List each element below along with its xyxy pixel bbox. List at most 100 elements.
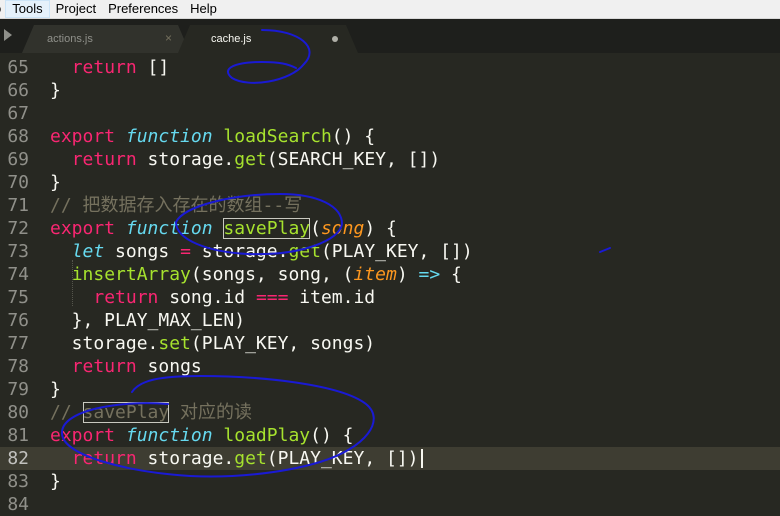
unsaved-dot-icon[interactable] <box>332 36 338 42</box>
code-token: ) { <box>364 218 397 239</box>
code-token: = <box>180 241 191 262</box>
code-token: } <box>50 471 61 492</box>
code-token: => <box>418 264 441 285</box>
code-token: (songs, song, ( <box>190 264 354 285</box>
line-number: 65 <box>7 57 29 78</box>
code-token: } <box>50 172 61 193</box>
tab-actions-js[interactable]: actions.js × <box>22 25 190 53</box>
line-number: 69 <box>7 149 29 170</box>
text-cursor <box>421 449 423 468</box>
code-token: [] <box>136 57 170 78</box>
code-text: } <box>50 79 61 102</box>
menu-item-preferences[interactable]: Preferences <box>102 0 184 18</box>
menu-bar: o Tools Project Preferences Help <box>0 0 780 19</box>
menu-item-tools[interactable]: Tools <box>5 0 50 18</box>
code-text: let songs = storage.get(PLAY_KEY, []) <box>50 240 473 263</box>
code-token: () { <box>310 425 354 446</box>
code-token: return <box>93 287 159 308</box>
code-token: } <box>50 80 61 101</box>
code-token: function <box>125 126 213 147</box>
code-token: storage. <box>136 149 235 170</box>
code-line[interactable]: 66} <box>0 79 780 102</box>
menu-item-project[interactable]: Project <box>50 0 102 18</box>
sidebar-toggle-icon[interactable] <box>4 29 12 41</box>
code-line[interactable]: 79} <box>0 378 780 401</box>
tab-label: actions.js <box>47 33 93 45</box>
code-line[interactable]: 76 }, PLAY_MAX_LEN) <box>0 309 780 332</box>
line-number: 70 <box>7 172 29 193</box>
code-line[interactable]: 72 export function savePlay(song) { <box>0 217 780 240</box>
code-token: return <box>71 448 137 469</box>
code-text: return [] <box>50 56 170 79</box>
line-number: 80 <box>7 402 29 423</box>
code-token: (PLAY_KEY, songs) <box>190 333 376 354</box>
code-line[interactable]: 67 <box>0 102 780 125</box>
code-token: get <box>234 448 267 469</box>
code-token: export <box>50 425 116 446</box>
code-line[interactable]: 80 // savePlay 对应的读 <box>0 401 780 424</box>
code-token: return <box>71 356 137 377</box>
code-line[interactable]: 69 return storage.get(SEARCH_KEY, []) <box>0 148 780 171</box>
code-token: { <box>440 264 462 285</box>
code-line[interactable]: 84 <box>0 493 780 516</box>
code-text: // savePlay 对应的读 <box>50 401 252 424</box>
line-number: 72 <box>7 218 29 239</box>
code-text: export function savePlay(song) { <box>50 217 397 240</box>
code-token: set <box>158 333 191 354</box>
line-number: 68 <box>7 126 29 147</box>
code-line[interactable]: 81 export function loadPlay() { <box>0 424 780 447</box>
code-line[interactable]: 74 insertArray(songs, song, (item) => { <box>0 263 780 286</box>
line-number: 73 <box>7 241 29 262</box>
code-line[interactable]: 73 let songs = storage.get(PLAY_KEY, []) <box>0 240 780 263</box>
code-token: savePlay <box>82 402 170 423</box>
code-line[interactable]: 70} <box>0 171 780 194</box>
code-line[interactable]: 78 return songs <box>0 355 780 378</box>
menu-item-help[interactable]: Help <box>184 0 223 18</box>
tab-cache-js[interactable]: cache.js <box>178 25 358 53</box>
code-token: export <box>50 218 116 239</box>
code-line[interactable]: 65 return [] <box>0 56 780 79</box>
code-editor[interactable]: 65 return [] 66} 67 68 export function loadS… <box>0 53 780 515</box>
code-token: (PLAY_KEY, []) <box>266 448 419 469</box>
code-line[interactable]: 68 export function loadSearch() { <box>0 125 780 148</box>
code-token: // 把数据存入存在的数组--写 <box>50 195 303 216</box>
code-text: } <box>50 470 61 493</box>
code-line[interactable]: 75 return song.id === item.id <box>0 286 780 309</box>
code-token: loadSearch <box>223 126 332 147</box>
line-number: 78 <box>7 356 29 377</box>
code-line[interactable]: 83} <box>0 470 780 493</box>
code-token: }, PLAY_MAX_LEN) <box>50 310 246 331</box>
code-line[interactable]: 71 // 把数据存入存在的数组--写 <box>0 194 780 217</box>
code-text: // 把数据存入存在的数组--写 <box>50 194 302 217</box>
code-token: item <box>353 264 397 285</box>
line-number: 76 <box>7 310 29 331</box>
line-number: 79 <box>7 379 29 400</box>
code-token: return <box>71 57 137 78</box>
code-token: 对应的读 <box>169 402 253 423</box>
line-number: 66 <box>7 80 29 101</box>
code-token: (PLAY_KEY, []) <box>320 241 473 262</box>
close-icon[interactable]: × <box>165 31 172 45</box>
code-token: // <box>50 402 83 423</box>
line-number: 71 <box>7 195 29 216</box>
code-token: function <box>125 218 213 239</box>
code-token: (SEARCH_KEY, []) <box>266 149 441 170</box>
code-token: return <box>71 149 137 170</box>
code-token: storage. <box>190 241 289 262</box>
code-token: get <box>234 149 267 170</box>
code-token: let <box>71 241 105 262</box>
line-number: 81 <box>7 425 29 446</box>
code-token: === <box>255 287 289 308</box>
code-token: ( <box>310 218 321 239</box>
code-text: export function loadSearch() { <box>50 125 375 148</box>
code-line[interactable]: 82 return storage.get(PLAY_KEY, []) <box>0 447 780 470</box>
code-token: storage. <box>50 333 159 354</box>
line-number: 84 <box>7 494 29 515</box>
code-line[interactable]: 77 storage.set(PLAY_KEY, songs) <box>0 332 780 355</box>
